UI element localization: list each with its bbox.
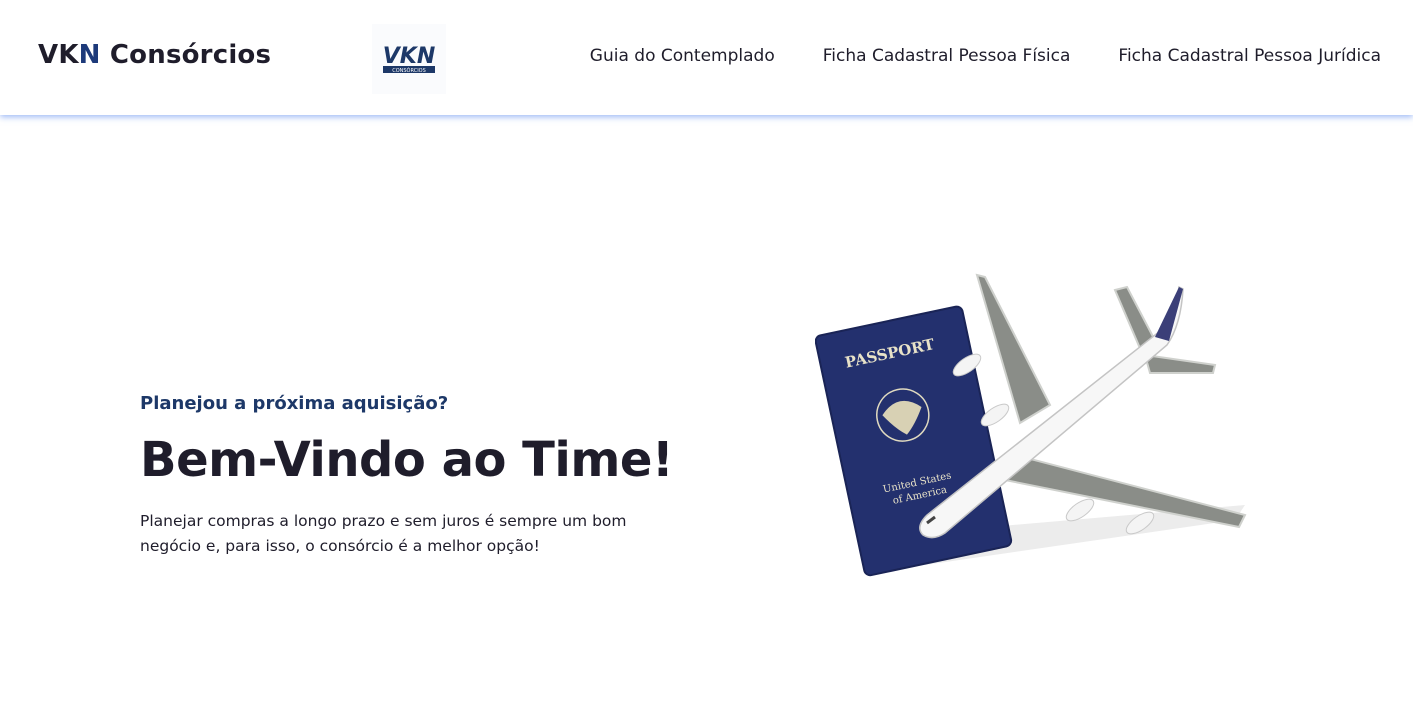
hero-text: Planejar compras a longo prazo e sem jur… (140, 512, 627, 555)
brand-suffix: Consórcios (100, 40, 272, 70)
logo-subtext: CONSÓRCIOS (392, 67, 426, 74)
nav-ficha-pessoa-fisica[interactable]: Ficha Cadastral Pessoa Física (823, 46, 1071, 66)
passport: PASSPORT United States of America (815, 305, 1013, 577)
hero-title: Bem-Vindo ao Time! (140, 432, 674, 488)
nav-ficha-pessoa-juridica[interactable]: Ficha Cadastral Pessoa Jurídica (1118, 46, 1381, 66)
plane-stabilizer-lower (1143, 353, 1217, 374)
brand-logo[interactable]: VKN CONSÓRCIOS (372, 24, 446, 94)
logo-text: VKN (383, 44, 436, 69)
brand-accent: N (78, 40, 101, 70)
nav-guia-contemplado[interactable]: Guia do Contemplado (590, 46, 775, 66)
brand-name[interactable]: VKN Consórcios (38, 40, 271, 70)
logo-graphic: VKN CONSÓRCIOS (383, 44, 436, 74)
brand-prefix: VK (38, 40, 79, 70)
navbar: VKN Consórcios VKN CONSÓRCIOS Guia do Co… (0, 0, 1413, 115)
main-nav: Guia do Contemplado Ficha Cadastral Pess… (590, 46, 1381, 66)
passport-airplane-image: PASSPORT United States of America (815, 273, 1247, 577)
plane-wing-upper (975, 273, 1052, 425)
hero-subtitle: Planejou a próxima aquisição? (140, 393, 449, 414)
